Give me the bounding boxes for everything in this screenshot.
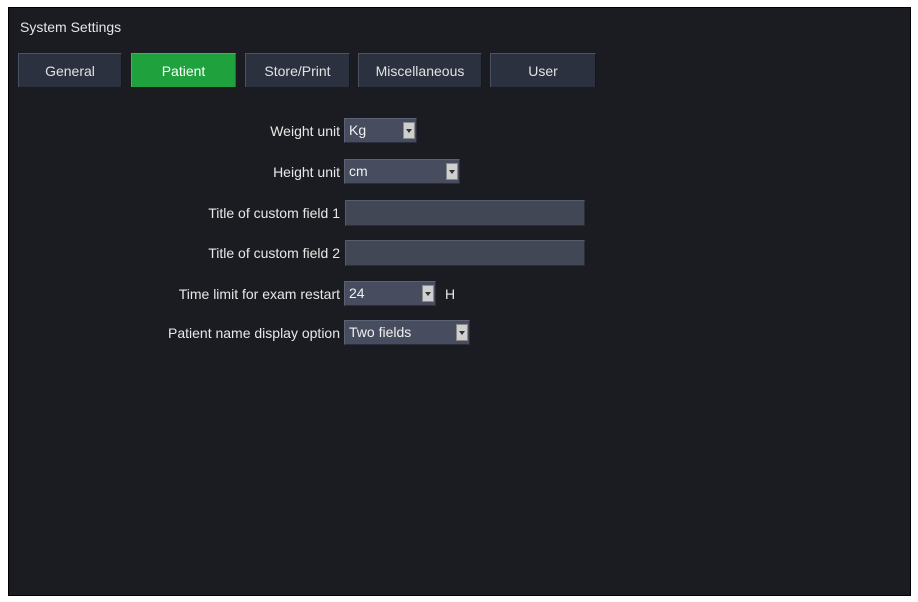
exam-restart-label: Time limit for exam restart [178,286,340,302]
weight-unit-row: Weight unit Kg [9,118,909,144]
height-unit-select[interactable]: cm [344,159,460,184]
name-display-label: Patient name display option [168,325,340,341]
custom-field-2-input[interactable] [345,240,585,266]
custom-field-2-label: Title of custom field 2 [208,245,340,261]
custom-field-1-label: Title of custom field 1 [208,205,340,221]
name-display-row: Patient name display option Two fields [9,320,909,346]
name-display-select[interactable]: Two fields [344,320,470,345]
custom-field-2-row: Title of custom field 2 [9,240,909,266]
tab-miscellaneous[interactable]: Miscellaneous [358,53,482,87]
chevron-down-icon[interactable] [446,163,458,180]
name-display-value: Two fields [349,324,412,340]
custom-field-1-row: Title of custom field 1 [9,200,909,226]
tab-store-print[interactable]: Store/Print [245,53,350,87]
exam-restart-select[interactable]: 24 [344,281,436,306]
exam-restart-value: 24 [349,285,365,301]
height-unit-value: cm [349,163,368,179]
weight-unit-label: Weight unit [270,123,340,139]
window-title: System Settings [20,19,122,35]
custom-field-1-input[interactable] [345,200,585,226]
system-settings-window: System Settings General Patient Store/Pr… [8,7,911,596]
tab-general[interactable]: General [18,53,122,87]
chevron-down-icon[interactable] [422,285,434,302]
tab-patient[interactable]: Patient [131,53,236,87]
tab-user[interactable]: User [490,53,596,87]
height-unit-row: Height unit cm [9,159,909,185]
exam-restart-unit: H [445,286,456,302]
height-unit-label: Height unit [273,164,340,180]
weight-unit-select[interactable]: Kg [344,118,417,143]
weight-unit-value: Kg [349,122,367,138]
exam-restart-row: Time limit for exam restart 24 H [9,281,909,307]
chevron-down-icon[interactable] [403,122,415,139]
chevron-down-icon[interactable] [456,324,468,341]
